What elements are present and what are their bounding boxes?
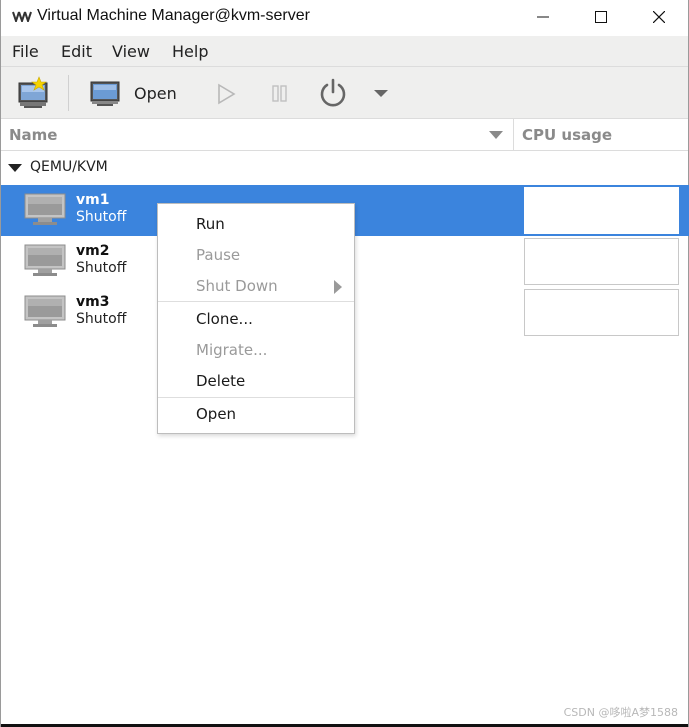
column-divider [513,119,514,151]
column-cpu-header[interactable]: CPU usage [522,126,612,144]
cpu-usage-graph [524,187,679,234]
chevron-down-icon [374,90,388,97]
pause-icon [272,85,287,102]
minimize-icon [537,16,549,18]
pause-button[interactable] [263,67,299,119]
sort-down-icon[interactable] [489,131,503,140]
vm-status: Shutoff [76,260,127,276]
new-vm-icon [18,76,48,108]
minimize-button[interactable] [520,4,566,30]
toolbar: Open [1,66,688,118]
run-button[interactable] [206,67,244,119]
context-menu-delete[interactable]: Delete [196,372,245,390]
open-button[interactable]: Open [85,67,185,119]
menu-file[interactable]: File [12,42,39,61]
monitor-icon [90,81,120,106]
power-icon [320,78,346,107]
shutdown-button[interactable] [315,67,353,119]
expander-down-icon[interactable] [8,163,22,173]
window-title: Virtual Machine Manager@kvm-server [37,7,310,24]
vm-name: vm3 [76,294,110,310]
title-bar[interactable]: Virtual Machine Manager@kvm-server [1,0,688,34]
column-header: Name CPU usage [1,118,688,151]
context-menu-open[interactable]: Open [196,405,236,423]
context-menu-migrate[interactable]: Migrate... [196,341,267,359]
toolbar-separator [68,75,69,111]
column-name-header[interactable]: Name [9,126,57,144]
close-icon [653,11,665,23]
vm-status: Shutoff [76,209,127,225]
play-icon [218,83,236,105]
shutdown-dropdown-button[interactable] [367,67,395,119]
main-window: Virtual Machine Manager@kvm-server File … [0,0,689,727]
maximize-icon [595,11,607,23]
vm-monitor-icon [24,244,66,276]
context-menu-separator [158,301,354,302]
context-menu-pause[interactable]: Pause [196,246,240,264]
vm-context-menu: Run Pause Shut Down Clone... Migrate... … [157,203,355,434]
menu-view[interactable]: View [112,42,150,61]
new-vm-button[interactable] [11,67,57,119]
connection-group-row[interactable]: QEMU/KVM [1,153,688,183]
vm-name: vm2 [76,243,110,259]
vm-monitor-icon [24,295,66,327]
context-menu-clone[interactable]: Clone... [196,310,253,328]
context-menu-shut-down[interactable]: Shut Down [196,277,278,295]
menu-edit[interactable]: Edit [61,42,92,61]
submenu-arrow-icon [334,280,342,294]
virt-manager-logo-icon [12,11,32,22]
connection-label: QEMU/KVM [30,159,108,175]
cpu-usage-graph [524,289,679,336]
context-menu-run[interactable]: Run [196,215,225,233]
vm-name: vm1 [76,192,110,208]
close-button[interactable] [636,4,682,30]
vm-status: Shutoff [76,311,127,327]
cpu-usage-graph [524,238,679,285]
maximize-button[interactable] [578,4,624,30]
open-button-label: Open [134,84,177,103]
menu-help[interactable]: Help [172,42,208,61]
watermark: CSDN @哆啦A梦1588 [563,706,678,719]
vm-monitor-icon [24,193,66,225]
menu-bar: File Edit View Help [1,36,688,66]
context-menu-separator [158,397,354,398]
